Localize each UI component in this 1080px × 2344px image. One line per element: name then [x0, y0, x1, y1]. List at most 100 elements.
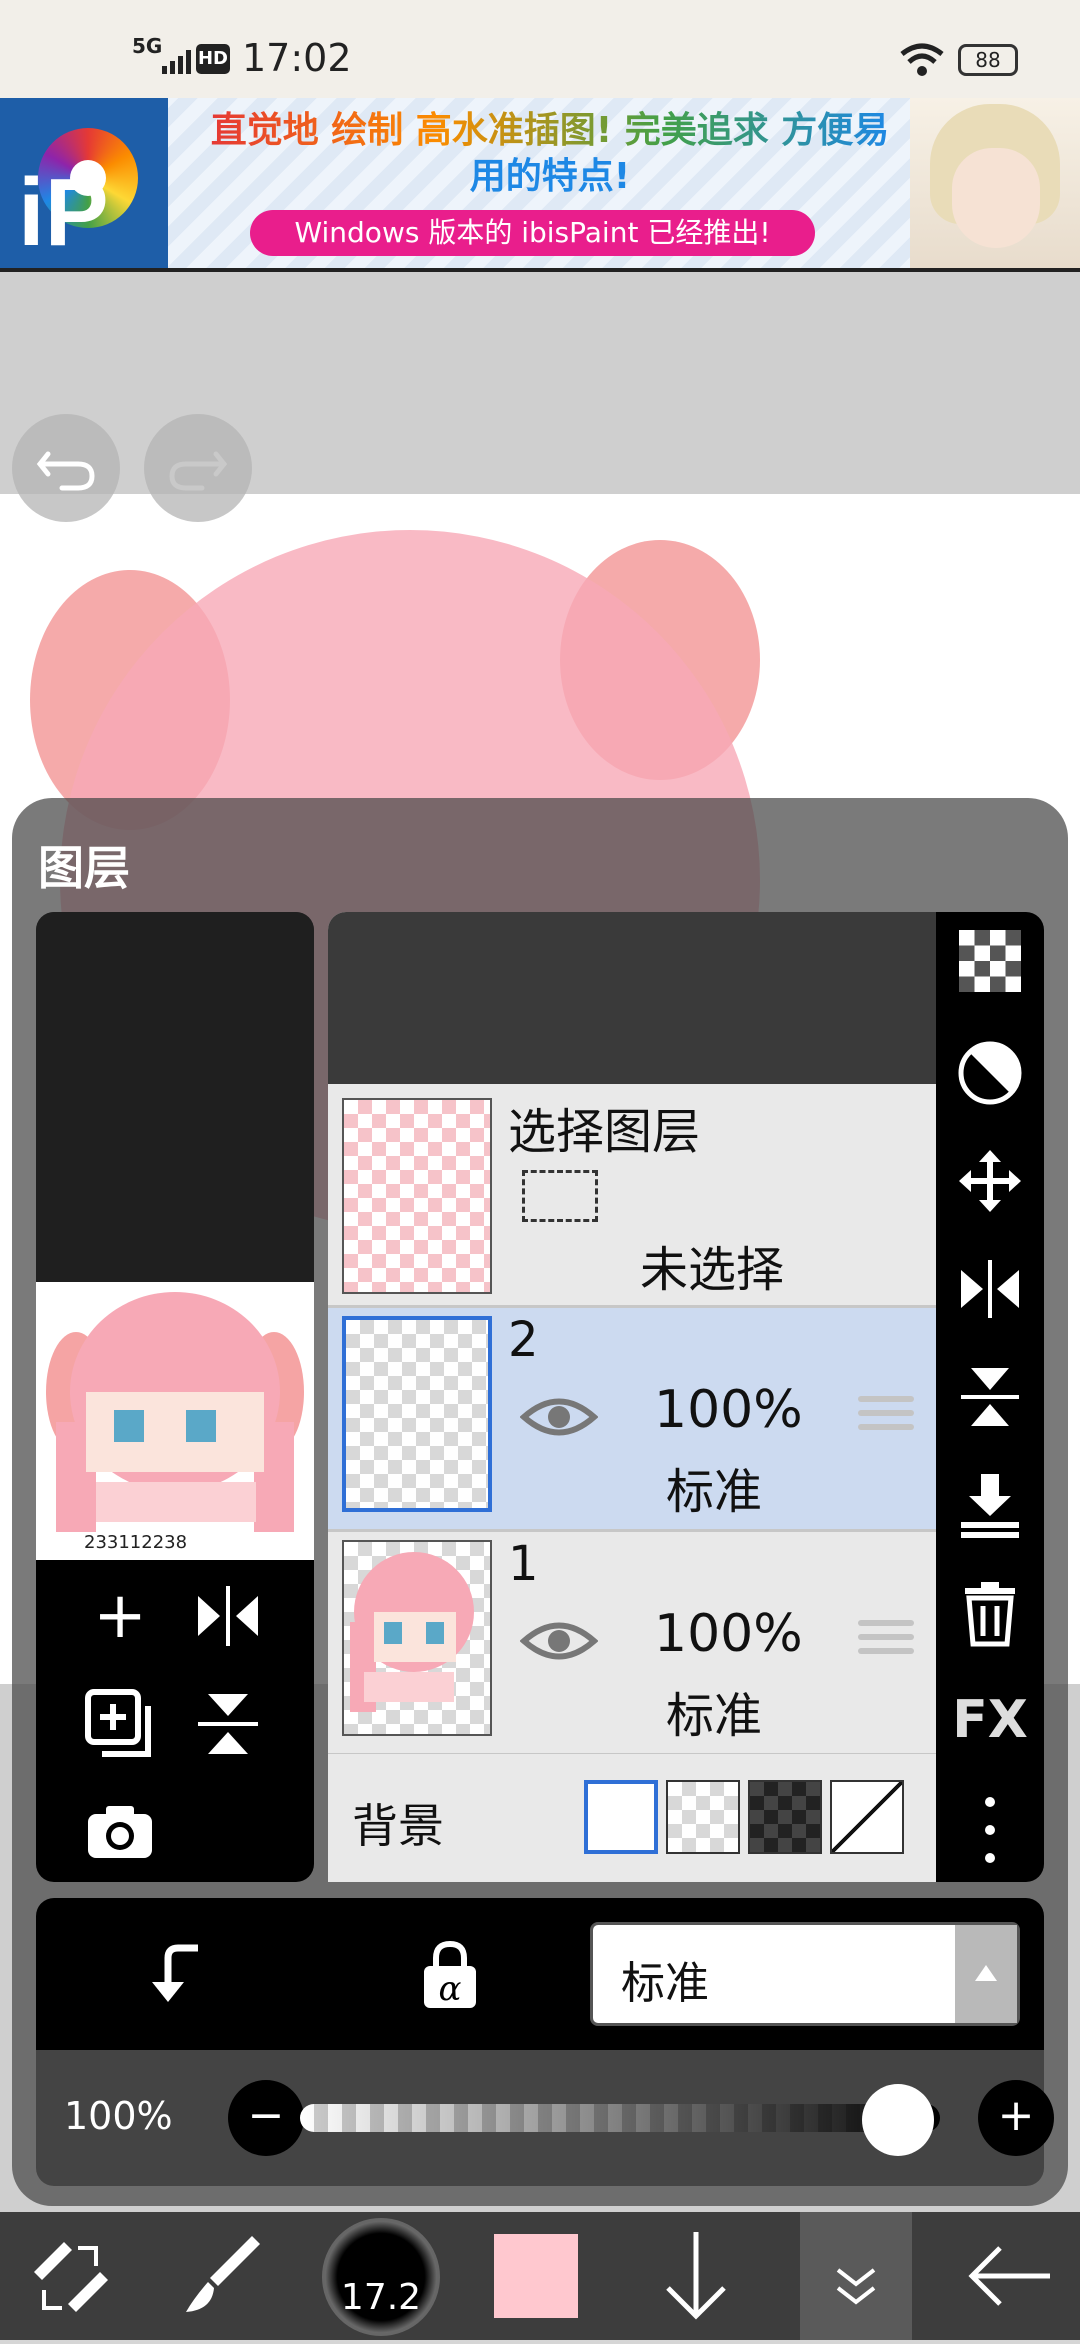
battery-indicator: 88: [958, 44, 1018, 76]
transparency-icon: [959, 930, 1021, 992]
delete-layer-button[interactable]: [936, 1578, 1044, 1652]
selection-layer-row[interactable]: 选择图层 未选择: [328, 1084, 936, 1308]
layer-1-blend-mode: 标准: [666, 1688, 763, 1744]
more-button[interactable]: [936, 1790, 1044, 1874]
bg-transparent-dark-option[interactable]: [748, 1780, 822, 1854]
fx-button[interactable]: FX: [936, 1690, 1044, 1750]
layer-panel-title: 图层: [38, 841, 130, 895]
flip-vertical-icon: [961, 1368, 1019, 1426]
layer-1-drawing: [350, 1552, 474, 1712]
duplicate-layer-button[interactable]: [80, 1684, 160, 1768]
camera-icon: [88, 1806, 152, 1858]
add-layer-icon: +: [93, 1579, 147, 1653]
flip-horizontal-icon: [961, 1260, 1019, 1318]
network-type: 5G: [132, 34, 163, 58]
undo-icon: [36, 451, 95, 491]
selection-layer-label: 选择图层: [508, 1104, 701, 1160]
blend-mode-value: 标准: [621, 1958, 709, 2009]
flip-vertical-layer-button[interactable]: [936, 1362, 1044, 1436]
visibility-eye-icon[interactable]: [520, 1392, 598, 1442]
background-row: 背景: [328, 1754, 936, 1882]
layer-list-header: [328, 912, 936, 1084]
selection-layer-thumbnail: [342, 1098, 492, 1294]
drag-handle-icon[interactable]: [858, 1396, 914, 1442]
layer-2-number: 2: [508, 1312, 539, 1368]
clock: 17:02: [242, 36, 352, 80]
plus-icon: +: [997, 2090, 1035, 2141]
tool-switch-button[interactable]: [20, 2212, 120, 2340]
drag-handle-icon[interactable]: [858, 1620, 914, 1666]
minus-icon: −: [247, 2090, 285, 2141]
merge-down-button[interactable]: [936, 1470, 1044, 1544]
blend-mode-select[interactable]: 标准: [590, 1922, 1020, 2026]
layer-2-blend-mode: 标准: [666, 1464, 763, 1520]
layer-down-button[interactable]: [646, 2212, 746, 2340]
ad-banner[interactable]: iP 直觉地 绘制 高水准插图! 完美追求 方便易 用的特点! Windows …: [0, 98, 1080, 268]
brush-icon: [186, 2236, 260, 2312]
flip-horizontal-layer-button[interactable]: [936, 1254, 1044, 1328]
mask-icon: [958, 1041, 1022, 1105]
layer-2-thumbnail: [342, 1316, 492, 1512]
collapse-panel-button[interactable]: [800, 2212, 912, 2340]
move-button[interactable]: [936, 1146, 1044, 1220]
brush-tool-button[interactable]: [172, 2212, 272, 2340]
arrow-down-icon: [666, 2232, 726, 2320]
alpha-lock-icon: α: [424, 1940, 476, 2009]
wifi-icon: [900, 43, 944, 76]
arrow-left-icon: [968, 2246, 1050, 2306]
svg-text:α: α: [439, 1969, 462, 2009]
opacity-label: 100%: [64, 2094, 173, 2138]
ad-headline: 直觉地 绘制 高水准插图! 完美追求 方便易: [190, 108, 910, 154]
clipping-icon: [152, 1944, 198, 2002]
layer-row-2[interactable]: 2 100% 标准: [328, 1308, 936, 1532]
blend-mode-dropdown-button[interactable]: [955, 1925, 1017, 2023]
selection-status: 未选择: [640, 1242, 785, 1298]
canvas-thumbnail[interactable]: 233112238: [36, 1282, 314, 1560]
chevron-double-down-icon: [836, 2268, 876, 2305]
opacity-slider-knob[interactable]: [862, 2084, 934, 2156]
ad-headline-line2: 用的特点!: [469, 156, 631, 197]
clipping-button[interactable]: [138, 1934, 218, 2018]
duplicate-layer-icon: [85, 1689, 151, 1757]
ad-subline: Windows 版本的 ibisPaint 已经推出!: [250, 210, 815, 256]
layer-1-number: 1: [508, 1536, 539, 1592]
opacity-decrease-button[interactable]: −: [228, 2080, 304, 2156]
more-icon: [985, 1797, 995, 1863]
color-swatch[interactable]: [494, 2234, 578, 2318]
brush-size-value: 17.2: [340, 2277, 422, 2318]
signal-icon: [162, 50, 191, 74]
layer-row-1[interactable]: 1 100% 标准: [328, 1532, 936, 1756]
redo-button[interactable]: [144, 414, 252, 522]
visibility-eye-icon[interactable]: [520, 1616, 598, 1666]
hd-badge: HD: [196, 44, 230, 74]
bg-none-option[interactable]: [830, 1780, 904, 1854]
fx-icon: FX: [952, 1690, 1028, 1750]
selection-marquee-icon: [522, 1170, 598, 1222]
bg-transparent-light-option[interactable]: [666, 1780, 740, 1854]
flip-horizontal-button[interactable]: [188, 1576, 268, 1660]
thumbnail-signature: 233112238: [84, 1532, 188, 1553]
opacity-increase-button[interactable]: +: [978, 2080, 1054, 2156]
status-bar: 5G HD 17:02 88: [0, 0, 1080, 98]
opacity-slider[interactable]: [300, 2104, 940, 2132]
back-button[interactable]: [960, 2212, 1060, 2340]
flip-h-icon: [198, 1586, 258, 1646]
flip-vertical-button[interactable]: [188, 1684, 268, 1768]
move-icon: [959, 1150, 1021, 1212]
ad-headline-line1: 直觉地 绘制 高水准插图! 完美追求 方便易: [210, 110, 890, 151]
add-layer-button[interactable]: +: [80, 1576, 160, 1656]
bg-white-option[interactable]: [584, 1780, 658, 1854]
brush-size-button[interactable]: 17.2: [322, 2218, 440, 2336]
mask-button[interactable]: [936, 1038, 1044, 1112]
camera-button[interactable]: [80, 1792, 160, 1876]
layer-1-thumbnail: [342, 1540, 492, 1736]
layer-preview-area: [36, 912, 314, 1282]
ad-character-face: [952, 148, 1040, 248]
undo-button[interactable]: [12, 414, 120, 522]
flip-v-icon: [198, 1694, 258, 1754]
transparency-button[interactable]: [936, 930, 1044, 992]
layer-2-opacity: 100%: [654, 1380, 803, 1440]
logo-text: iP: [18, 159, 109, 266]
triangle-up-icon: [975, 1965, 997, 1981]
alpha-lock-button[interactable]: α: [410, 1934, 490, 2018]
